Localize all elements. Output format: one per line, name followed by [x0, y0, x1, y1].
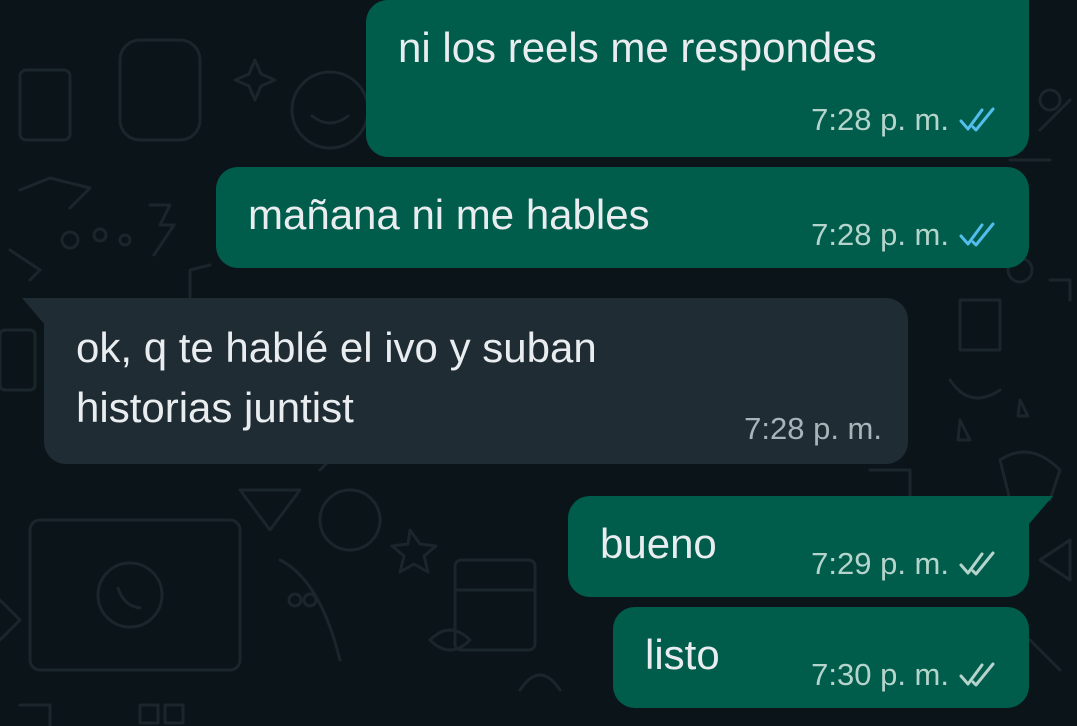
outgoing-message[interactable]: mañana ni me hables 7:28 p. m. — [216, 167, 1029, 268]
message-time: 7:28 p. m. — [811, 217, 949, 252]
message-time: 7:28 p. m. — [744, 411, 882, 446]
message-time: 7:29 p. m. — [811, 546, 949, 581]
outgoing-message[interactable]: ni los reels me respondes 7:28 p. m. — [366, 0, 1029, 157]
message-time: 7:30 p. m. — [811, 657, 949, 692]
message-text: listo — [645, 631, 720, 678]
double-check-icon — [959, 551, 995, 576]
double-check-icon — [959, 107, 995, 132]
message-meta: 7:28 p. m. — [811, 102, 999, 138]
message-text: mañana ni me hables — [248, 191, 650, 238]
bubble-tail — [22, 298, 46, 326]
outgoing-message[interactable]: bueno 7:29 p. m. — [568, 496, 1029, 597]
message-meta: 7:30 p. m. — [811, 657, 999, 693]
message-meta: 7:28 p. m. — [744, 411, 882, 447]
double-check-icon — [959, 662, 995, 687]
message-meta: 7:28 p. m. — [811, 217, 999, 253]
message-text: bueno — [600, 520, 717, 567]
double-check-icon — [959, 222, 995, 247]
outgoing-message[interactable]: listo 7:30 p. m. — [613, 607, 1029, 708]
chat-messages[interactable]: ni los reels me respondes 7:28 p. m. mañ… — [0, 0, 1077, 726]
message-meta: 7:29 p. m. — [811, 546, 999, 582]
message-text-line: ok, q te hablé el ivo y suban — [76, 324, 597, 371]
incoming-message[interactable]: ok, q te hablé el ivo y suban historias … — [44, 298, 908, 464]
message-time: 7:28 p. m. — [811, 102, 949, 137]
bubble-tail — [1029, 496, 1053, 524]
message-text: ni los reels me respondes — [398, 24, 877, 71]
message-text-line: historias juntist — [76, 384, 354, 431]
